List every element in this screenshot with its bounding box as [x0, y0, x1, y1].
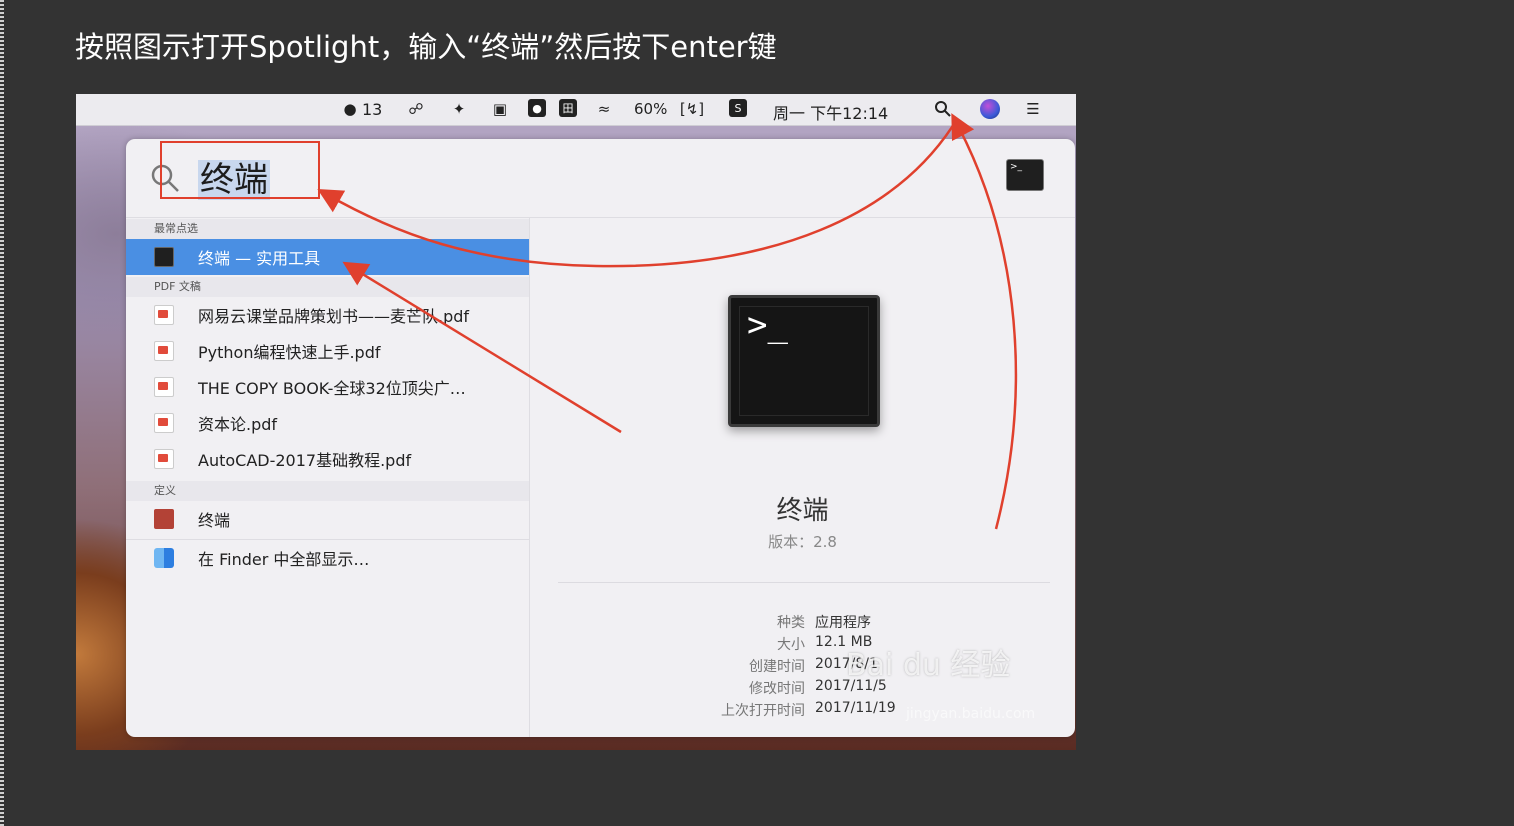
detail-value: 应用程序: [815, 615, 871, 631]
instruction-heading: 按照图示打开Spotlight，输入“终端”然后按下enter键: [75, 30, 777, 64]
result-show-in-finder[interactable]: 在 Finder 中全部显示…: [126, 540, 529, 576]
detail-row: 种类 应用程序: [530, 612, 1075, 634]
pdf-icon: [154, 377, 174, 397]
dictionary-icon: [154, 509, 174, 529]
watermark: Bai du 经验: [846, 648, 1011, 683]
result-label: 终端 — 实用工具: [198, 249, 321, 268]
menu-clock[interactable]: 周一 下午12:14: [773, 100, 888, 124]
creative-cloud-icon[interactable]: ☍: [406, 99, 426, 119]
section-definition: 定义: [126, 481, 529, 501]
battery-icon[interactable]: [↯]: [676, 99, 708, 119]
preview-divider: [558, 582, 1050, 583]
wifi-icon[interactable]: ≈: [594, 99, 614, 119]
sogou-icon[interactable]: S: [729, 99, 747, 117]
section-top-hit: 最常点选: [126, 219, 529, 239]
battery-percent: 60%: [634, 100, 668, 118]
annotation-box: [160, 141, 320, 199]
result-label: 终端: [198, 511, 231, 530]
siri-icon[interactable]: [980, 99, 1000, 119]
terminal-icon: [154, 247, 174, 267]
pdf-icon: [154, 413, 174, 433]
detail-key: 上次打开时间: [721, 703, 805, 719]
detail-value: 2017/11/19: [815, 700, 896, 716]
result-label: 在 Finder 中全部显示…: [198, 550, 370, 569]
result-definition[interactable]: 终端: [126, 501, 529, 537]
microphone-icon[interactable]: ●: [528, 99, 546, 117]
display-icon[interactable]: ▣: [490, 99, 510, 119]
terminal-app-icon: >_: [728, 295, 880, 427]
spotlight-search-bar[interactable]: 终端 >_: [126, 139, 1075, 218]
terminal-thumbnail-icon: >_: [1006, 159, 1044, 191]
result-terminal-top-hit[interactable]: 终端 — 实用工具: [126, 239, 529, 275]
result-pdf-1[interactable]: 网易云课堂品牌策划书——麦芒队.pdf: [126, 297, 529, 333]
finder-icon: [154, 548, 174, 568]
result-label: AutoCAD-2017基础教程.pdf: [198, 451, 412, 470]
result-label: 资本论.pdf: [198, 415, 278, 434]
result-pdf-2[interactable]: Python编程快速上手.pdf: [126, 333, 529, 369]
menu-bar: ● 13 ☍ ✦ ▣ ● 田 ≈ 60% [↯] S 周一 下午12:14 ☰: [76, 94, 1076, 126]
input-method-icon[interactable]: 田: [559, 99, 577, 117]
watermark-url: jingyan.baidu.com: [906, 706, 1036, 722]
screenshot-image: ● 13 ☍ ✦ ▣ ● 田 ≈ 60% [↯] S 周一 下午12:14 ☰ …: [76, 94, 1076, 750]
result-label: 网易云课堂品牌策划书——麦芒队.pdf: [198, 307, 470, 326]
pdf-icon: [154, 449, 174, 469]
result-pdf-4[interactable]: 资本论.pdf: [126, 405, 529, 441]
bird-icon[interactable]: ✦: [449, 99, 469, 119]
section-pdf: PDF 文稿: [126, 277, 529, 297]
detail-key: 创建时间: [749, 659, 805, 675]
result-pdf-3[interactable]: THE COPY BOOK-全球32位顶尖广…: [126, 369, 529, 405]
left-dotted-border: [0, 0, 4, 826]
detail-key: 大小: [777, 637, 805, 653]
pdf-icon: [154, 305, 174, 325]
preview-app-name: 终端: [776, 496, 829, 526]
detail-key: 修改时间: [749, 681, 805, 697]
terminal-prompt: >_: [747, 305, 788, 345]
detail-key: 种类: [777, 615, 805, 631]
qq-count: 13: [362, 100, 383, 119]
qq-penguin-icon[interactable]: ●: [340, 99, 360, 119]
preview-version: 版本：2.8: [768, 533, 837, 551]
notification-center-icon[interactable]: ☰: [1020, 99, 1046, 119]
spotlight-search-icon[interactable]: [933, 99, 953, 119]
result-label: Python编程快速上手.pdf: [198, 343, 381, 362]
results-list: 最常点选 终端 — 实用工具 PDF 文稿 网易云课堂品牌策划书——麦芒队.pd…: [126, 217, 530, 737]
result-pdf-5[interactable]: AutoCAD-2017基础教程.pdf: [126, 441, 529, 477]
result-label: THE COPY BOOK-全球32位顶尖广…: [198, 379, 466, 398]
pdf-icon: [154, 341, 174, 361]
